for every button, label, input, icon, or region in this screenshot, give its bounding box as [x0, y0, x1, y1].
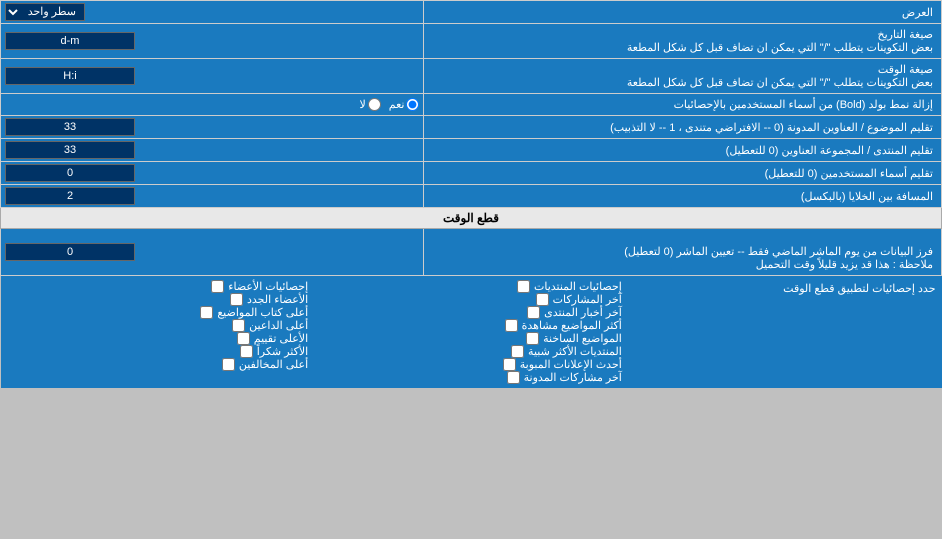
radio-no-label[interactable]: لا [359, 98, 380, 111]
cb-top-violators-item[interactable]: أعلى المخالفين [6, 358, 308, 371]
cb-last-posts[interactable] [536, 293, 549, 306]
input-trim-users[interactable] [1, 162, 424, 185]
label-display: العرض [424, 1, 942, 24]
cb-top-inviters-item[interactable]: أعلى الداعين [6, 319, 308, 332]
cb-most-thanked-item[interactable]: الأكثر شكراً [6, 345, 308, 358]
radio-yes[interactable] [406, 98, 419, 111]
cb-top-violators[interactable] [222, 358, 235, 371]
cb-new-members[interactable] [230, 293, 243, 306]
date-format-input[interactable] [5, 32, 135, 50]
label-cutoff-filter: فرز البيانات من يوم الماشر الماضي فقط --… [424, 229, 942, 276]
label-bold-remove: إزالة نمط بولد (Bold) من أسماء المستخدمي… [424, 94, 942, 116]
cb-most-viewed[interactable] [505, 319, 518, 332]
label-time-format: صيغة الوقت بعض التكوينات يتطلب "/" التي … [424, 59, 942, 94]
label-cell-spacing: المسافة بين الخلايا (بالبكسل) [424, 185, 942, 208]
input-date-format[interactable] [1, 24, 424, 59]
cb-top-writers[interactable] [200, 306, 213, 319]
time-format-input[interactable] [5, 67, 135, 85]
cb-similar-forums[interactable] [511, 345, 524, 358]
cb-hot-topics[interactable] [526, 332, 539, 345]
input-cell-spacing[interactable] [1, 185, 424, 208]
label-date-format: صيغة التاريخ بعض التكوينات يتطلب "/" الت… [424, 24, 942, 59]
cb-top-rated[interactable] [237, 332, 250, 345]
cb-top-writers-item[interactable]: أعلى كتاب المواضيع [6, 306, 308, 319]
cb-most-viewed-item[interactable]: أكثر المواضيع مشاهدة [320, 319, 622, 332]
section-cutoff-header: قطع الوقت [1, 208, 942, 229]
trim-topic-input[interactable] [5, 118, 135, 136]
cb-member-stats-item[interactable]: إحصائيات الأعضاء [6, 280, 308, 293]
trim-forum-input[interactable] [5, 141, 135, 159]
input-cutoff-filter[interactable] [1, 229, 424, 276]
input-trim-forum[interactable] [1, 139, 424, 162]
cb-forum-stats-item[interactable]: إحصائيات المنتديات [320, 280, 622, 293]
checkbox-col-forums: إحصائيات المنتديات آخر المشاركات آخر أخب… [314, 276, 628, 388]
cb-top-inviters[interactable] [232, 319, 245, 332]
cb-top-rated-item[interactable]: الأعلى تقييم [6, 332, 308, 345]
cb-new-members-item[interactable]: الأعضاء الجدد [6, 293, 308, 306]
filter-apply-label: حدد إحصائيات لتطبيق قطع الوقت [628, 276, 942, 388]
cb-classifieds[interactable] [503, 358, 516, 371]
label-trim-topic: تقليم الموضوع / العناوين المدونة (0 -- ا… [424, 116, 942, 139]
cb-blog-posts-item[interactable]: آخر مشاركات المدونة [320, 371, 622, 384]
radio-no[interactable] [368, 98, 381, 111]
cb-forum-news[interactable] [527, 306, 540, 319]
cutoff-filter-input[interactable] [5, 243, 135, 261]
cb-last-posts-item[interactable]: آخر المشاركات [320, 293, 622, 306]
input-display[interactable]: سطر واحدسطرينثلاثة أسطر [1, 1, 424, 24]
checkbox-col-members: إحصائيات الأعضاء الأعضاء الجدد أعلى كتاب… [0, 276, 314, 388]
input-time-format[interactable] [1, 59, 424, 94]
cb-forum-stats[interactable] [517, 280, 530, 293]
input-trim-topic[interactable] [1, 116, 424, 139]
cb-member-stats[interactable] [211, 280, 224, 293]
cb-most-thanked[interactable] [240, 345, 253, 358]
cb-classifieds-item[interactable]: أحدث الإعلانات المبوبة [320, 358, 622, 371]
cb-similar-forums-item[interactable]: المنتديات الأكثر شبية [320, 345, 622, 358]
cb-hot-topics-item[interactable]: المواضيع الساخنة [320, 332, 622, 345]
select-display[interactable]: سطر واحدسطرينثلاثة أسطر [5, 3, 85, 21]
label-trim-forum: تقليم المنتدى / المجموعة العناوين (0 للت… [424, 139, 942, 162]
cb-blog-posts[interactable] [507, 371, 520, 384]
cell-spacing-input[interactable] [5, 187, 135, 205]
radio-yes-label[interactable]: نعم [389, 98, 420, 111]
label-trim-users: تقليم أسماء المستخدمين (0 للتعطيل) [424, 162, 942, 185]
trim-users-input[interactable] [5, 164, 135, 182]
cb-forum-news-item[interactable]: آخر أخبار المنتدى [320, 306, 622, 319]
radio-bold-remove[interactable]: نعم لا [1, 94, 424, 116]
